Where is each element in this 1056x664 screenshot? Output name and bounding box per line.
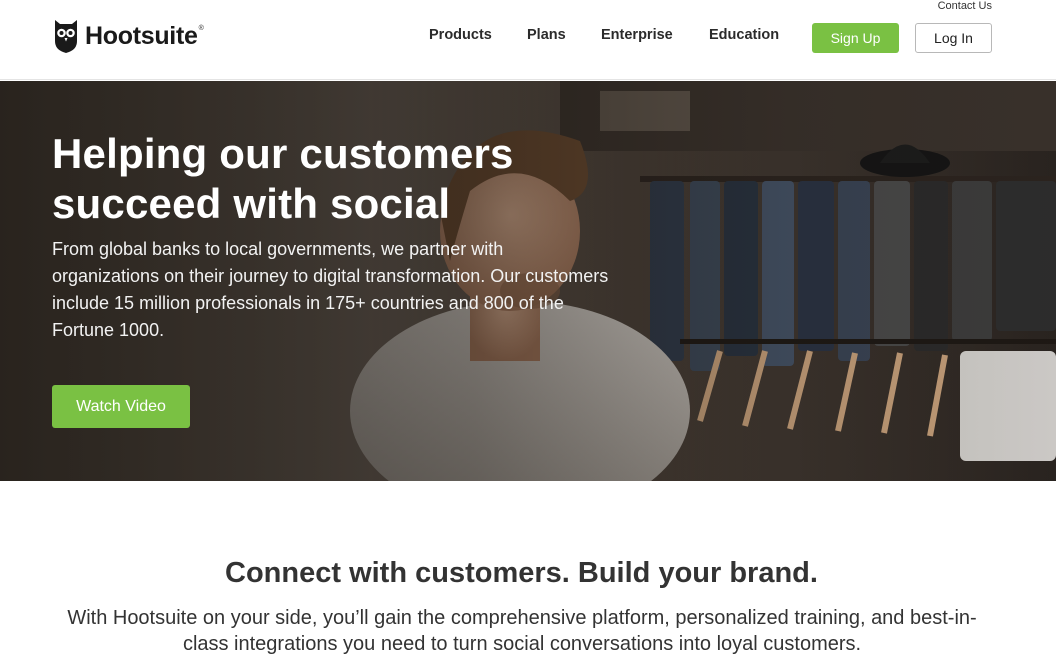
hero-banner: Helping our customers succeed with socia… (0, 81, 1056, 481)
log-in-button[interactable]: Log In (915, 23, 992, 53)
nav-products[interactable]: Products (429, 27, 492, 43)
section-description: With Hootsuite on your side, you’ll gain… (67, 607, 977, 655)
contact-us-link[interactable]: Contact Us (938, 0, 992, 12)
site-header: Contact Us Hootsuite ® Products Plans En… (0, 0, 1056, 80)
hero-title: Helping our customers succeed with socia… (52, 130, 514, 227)
watch-video-button[interactable]: Watch Video (52, 385, 190, 428)
nav-enterprise[interactable]: Enterprise (601, 27, 673, 43)
sign-up-button[interactable]: Sign Up (812, 23, 899, 53)
hero-description: From global banks to local governments, … (52, 239, 609, 340)
nav-plans[interactable]: Plans (527, 27, 566, 43)
section-title: Connect with customers. Build your brand… (225, 557, 818, 589)
nav-education[interactable]: Education (709, 27, 779, 43)
